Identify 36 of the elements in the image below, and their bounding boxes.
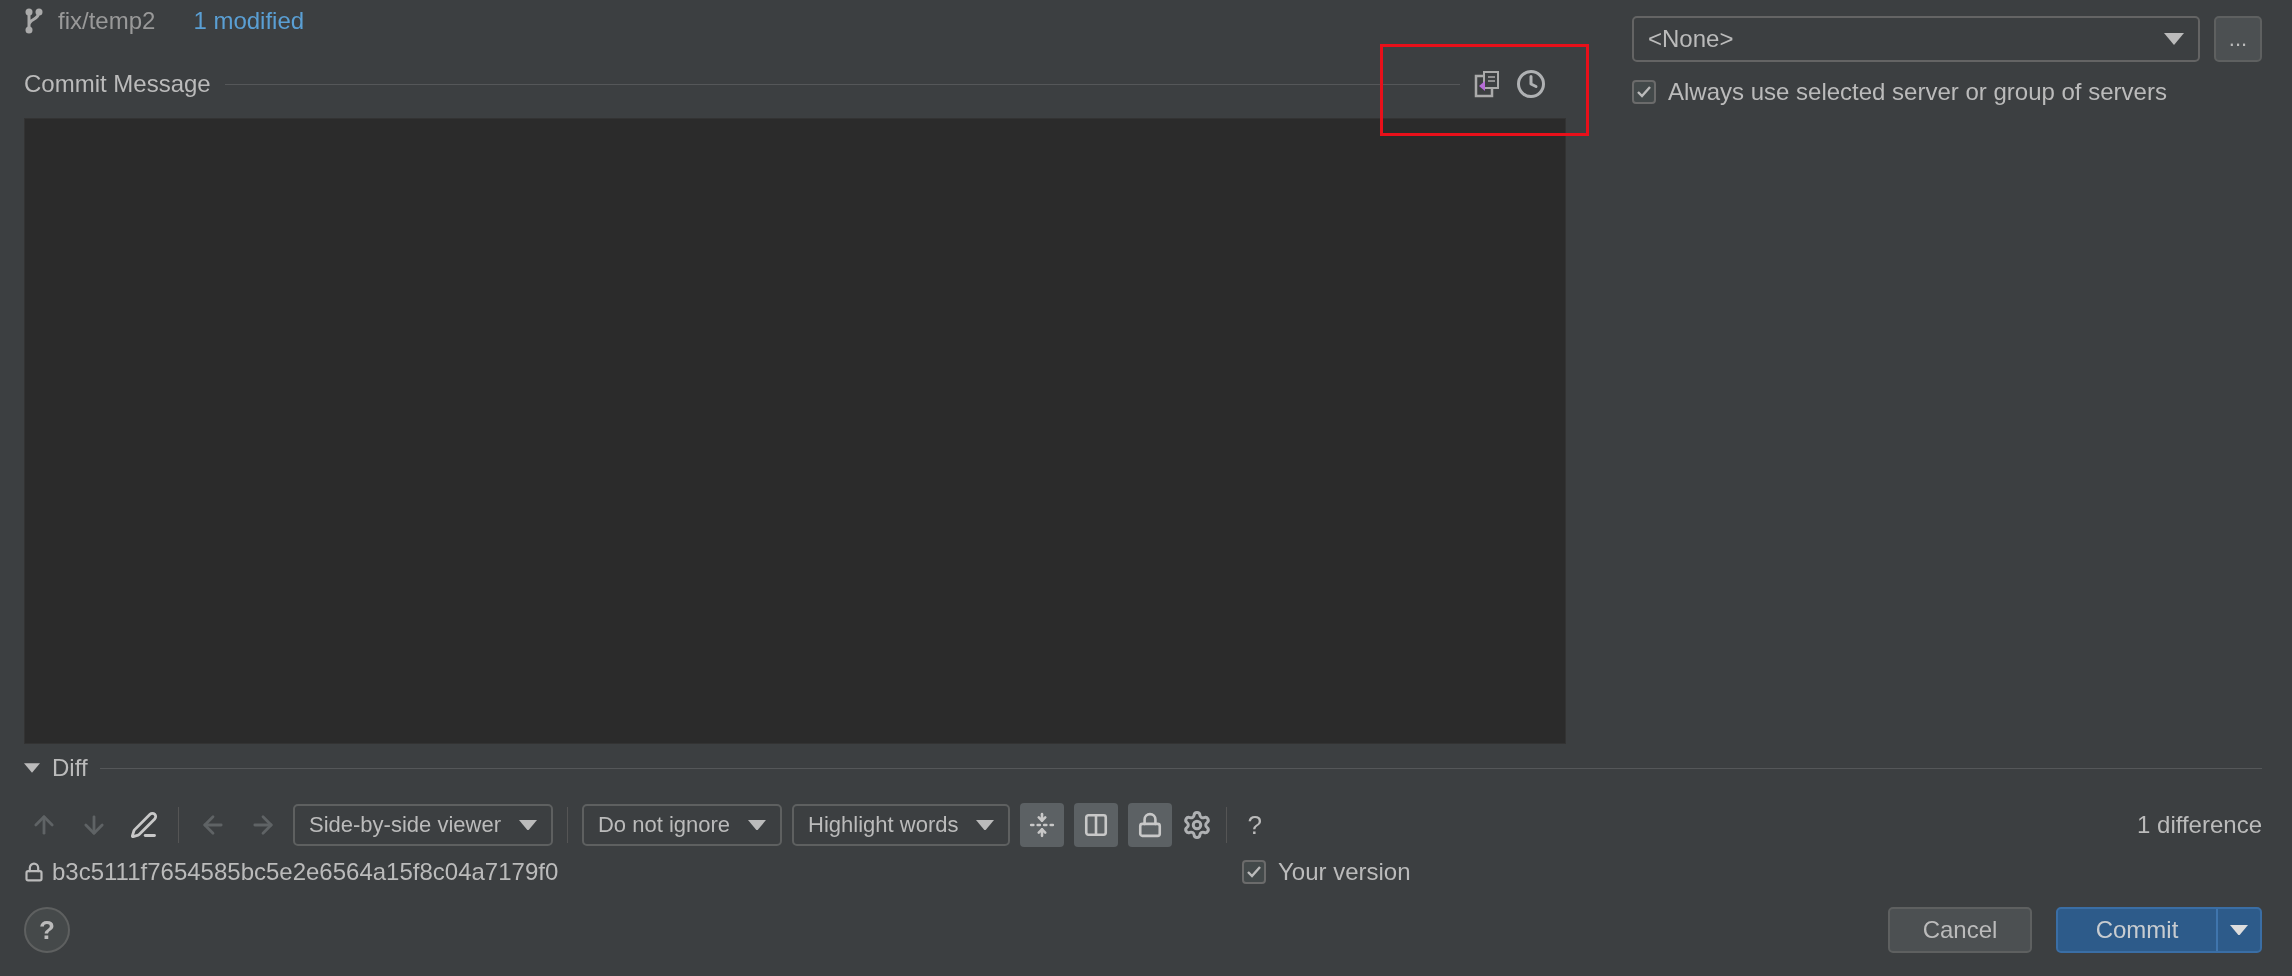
help-button[interactable]: ? (1241, 809, 1268, 841)
modified-count-link[interactable]: 1 modified (193, 7, 305, 35)
checkbox[interactable] (1632, 80, 1656, 104)
caret-icon (518, 819, 537, 831)
commit-message-field[interactable] (24, 118, 1566, 744)
option-dropdown[interactable]: Highlight words (792, 804, 1011, 846)
commit-button[interactable]: Commit (2058, 909, 2218, 951)
columns-icon[interactable] (1074, 803, 1119, 847)
cancel-button[interactable]: Cancel (1888, 907, 2032, 953)
revision-hash: b3c5111f7654585bc5e2e6564a15f8c04a7179f0 (52, 858, 560, 886)
diff-title: Diff (52, 754, 88, 782)
your-version-label: Your version (1278, 858, 1411, 886)
collapse-icon[interactable] (1020, 803, 1065, 847)
lock-icon[interactable] (1128, 803, 1173, 847)
option-dropdown[interactable]: Side-by-side viewer (293, 804, 553, 846)
branch-name: fix/temp2 (58, 7, 156, 35)
caret-icon (2164, 33, 2184, 45)
lock-icon (24, 862, 44, 882)
commit-message-label: Commit Message (24, 70, 211, 98)
help-button[interactable]: ? (24, 907, 70, 953)
settings-icon[interactable] (1182, 810, 1213, 840)
check-icon (1636, 85, 1652, 99)
always-use-label: Always use selected server or group of servers (1668, 78, 2167, 106)
commit-split-button[interactable]: Commit (2056, 907, 2262, 953)
check-icon (1246, 865, 1262, 879)
difference-count: 1 difference (2137, 811, 2262, 839)
history-icon[interactable] (1516, 69, 1546, 99)
browse-button[interactable]: ... (2214, 16, 2262, 62)
server-dropdown[interactable]: <None> (1632, 16, 2200, 62)
caret-icon (748, 819, 767, 831)
branch-icon (24, 7, 44, 35)
document-icon[interactable] (1474, 70, 1502, 98)
option-dropdown[interactable]: Do not ignore (581, 804, 783, 846)
caret-icon (2230, 924, 2248, 936)
caret-icon (976, 819, 995, 831)
checkbox[interactable] (1242, 860, 1266, 884)
